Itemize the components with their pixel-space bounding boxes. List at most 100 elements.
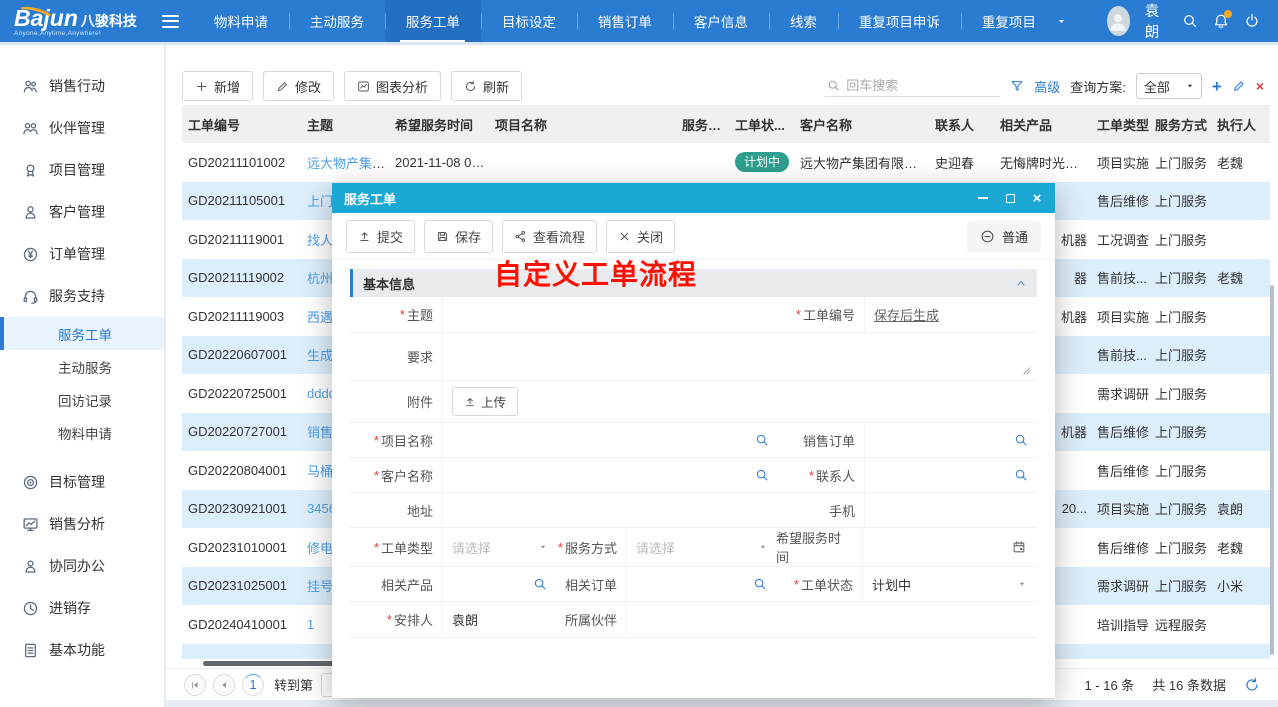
sidebar-item-4[interactable]: 客户管理	[0, 191, 164, 233]
modal-button-3[interactable]: 查看流程	[502, 220, 597, 253]
upload-button[interactable]: 上传	[452, 387, 518, 416]
sidebar-item-8[interactable]: 主动服务	[0, 350, 164, 383]
requirement-textarea[interactable]	[442, 333, 1037, 380]
column-header-contact[interactable]: 联系人	[935, 115, 1000, 134]
method-select[interactable]: 请选择	[626, 528, 776, 566]
nav-tab-1[interactable]: 物料申请	[193, 0, 289, 42]
column-header-type[interactable]: 工单类型	[1097, 115, 1155, 134]
avatar[interactable]	[1107, 6, 1130, 36]
side-basic-icon	[22, 642, 39, 659]
column-header-customer[interactable]: 客户名称	[800, 115, 935, 134]
magnifier-icon[interactable]	[533, 577, 547, 591]
sidebar-item-1[interactable]: 销售行动	[0, 65, 164, 107]
sidebar-item-7[interactable]: 服务工单	[0, 317, 164, 350]
menu-hamburger-icon[interactable]	[162, 15, 179, 28]
subject-field[interactable]	[442, 297, 778, 332]
column-header-product[interactable]: 相关产品	[1000, 115, 1097, 134]
username[interactable]: 袁朗	[1145, 0, 1167, 42]
magnifier-icon[interactable]	[755, 468, 769, 482]
column-header-executor[interactable]: 执行人	[1217, 115, 1267, 134]
column-header-requirement[interactable]: 服务要求	[682, 115, 735, 134]
partner-field[interactable]	[626, 602, 1037, 637]
query-scheme-select[interactable]: 全部	[1136, 73, 1202, 99]
prev-page-button[interactable]	[213, 674, 235, 696]
nav-tab-5[interactable]: 销售订单	[577, 0, 673, 42]
sidebar-item-10[interactable]: 物料申请	[0, 416, 164, 449]
current-page-indicator[interactable]: 1	[242, 674, 264, 696]
modal-button-2[interactable]: 保存	[424, 220, 493, 253]
sidebar-item-13[interactable]: 协同办公	[0, 545, 164, 587]
column-header-time[interactable]: 希望服务时间	[395, 115, 495, 134]
add-scheme-button[interactable]: +	[1212, 78, 1222, 95]
sidebar-item-3[interactable]: 项目管理	[0, 149, 164, 191]
magnifier-icon[interactable]	[755, 433, 769, 447]
resize-handle-icon[interactable]	[1021, 365, 1032, 376]
contact-field[interactable]	[864, 458, 1037, 492]
nav-tab-8[interactable]: 重复项目申诉	[838, 0, 961, 42]
customer-field[interactable]	[442, 458, 778, 492]
cell-type: 工况调查	[1097, 230, 1155, 249]
subject-link[interactable]: 1	[307, 617, 314, 632]
nav-tab-6[interactable]: 客户信息	[673, 0, 769, 42]
toolbar-button-2[interactable]: 修改	[263, 71, 334, 101]
delete-scheme-icon[interactable]: ×	[1256, 78, 1264, 94]
project-field[interactable]	[442, 423, 778, 457]
nav-tab-4[interactable]: 目标设定	[481, 0, 577, 42]
first-page-button[interactable]	[184, 674, 206, 696]
sidebar-item-9[interactable]: 回访记录	[0, 383, 164, 416]
nav-overflow-caret-icon[interactable]	[1057, 17, 1066, 26]
close-icon	[618, 230, 631, 243]
collapse-chevron-icon[interactable]	[1015, 277, 1027, 289]
status-select[interactable]: 计划中	[862, 567, 1035, 601]
mobile-field[interactable]	[864, 493, 1037, 527]
search-icon[interactable]	[1182, 13, 1198, 29]
nav-tab-2[interactable]: 主动服务	[289, 0, 385, 42]
toolbar-button-3[interactable]: 图表分析	[344, 71, 441, 101]
sales-order-field[interactable]	[864, 423, 1037, 457]
bell-icon[interactable]	[1213, 13, 1229, 29]
filter-funnel-icon[interactable]	[1010, 79, 1024, 93]
nav-tab-3[interactable]: 服务工单	[385, 0, 481, 42]
column-header-project[interactable]: 项目名称	[495, 115, 682, 134]
sidebar-item-6[interactable]: 服务支持	[0, 275, 164, 317]
priority-button[interactable]: 普通	[967, 221, 1041, 252]
modal-button-4[interactable]: 关闭	[606, 220, 675, 253]
sidebar-item-12[interactable]: 销售分析	[0, 503, 164, 545]
vertical-scrollbar[interactable]	[1270, 285, 1274, 655]
calendar-icon[interactable]	[1012, 540, 1026, 554]
product-field[interactable]	[442, 567, 556, 601]
magnifier-icon[interactable]	[753, 577, 767, 591]
sidebar-item-15[interactable]: 基本功能	[0, 629, 164, 671]
cell-type: 售后维修	[1097, 191, 1155, 210]
subject-link[interactable]: 远大物产集团信...	[307, 156, 395, 171]
address-field[interactable]	[442, 493, 778, 527]
minimize-icon[interactable]	[977, 192, 989, 204]
modal-button-1[interactable]: 提交	[346, 220, 415, 253]
sidebar-item-5[interactable]: 订单管理	[0, 233, 164, 275]
table-row[interactable]: GD20211101002远大物产集团信...2021-11-08 08:59计…	[182, 143, 1270, 182]
column-header-subject[interactable]: 主题	[307, 115, 395, 134]
sidebar-item-14[interactable]: 进销存	[0, 587, 164, 629]
column-header-status[interactable]: 工单状...	[735, 115, 800, 134]
close-icon[interactable]: ×	[1031, 192, 1043, 204]
magnifier-icon[interactable]	[1014, 468, 1028, 482]
search-input[interactable]	[846, 78, 976, 93]
power-icon[interactable]	[1244, 13, 1260, 29]
nav-tab-9[interactable]: 重复项目	[961, 0, 1057, 42]
column-header-id[interactable]: 工单编号	[182, 115, 307, 134]
magnifier-icon[interactable]	[1014, 433, 1028, 447]
edit-scheme-icon[interactable]	[1232, 79, 1246, 93]
nav-tab-7[interactable]: 线索	[769, 0, 838, 42]
type-select[interactable]: 请选择	[442, 528, 556, 566]
hope-time-field[interactable]	[862, 528, 1035, 566]
advanced-search-link[interactable]: 高级	[1034, 77, 1060, 96]
column-header-method[interactable]: 服务方式	[1155, 115, 1217, 134]
toolbar-button-1[interactable]: 新增	[182, 71, 253, 101]
sidebar-item-11[interactable]: 目标管理	[0, 461, 164, 503]
assignee-field[interactable]: 袁朗	[442, 602, 556, 637]
maximize-icon[interactable]	[1004, 192, 1016, 204]
toolbar-button-4[interactable]: 刷新	[451, 71, 522, 101]
related-order-field[interactable]	[626, 567, 776, 601]
sidebar-item-2[interactable]: 伙伴管理	[0, 107, 164, 149]
refresh-icon[interactable]	[1244, 677, 1260, 693]
